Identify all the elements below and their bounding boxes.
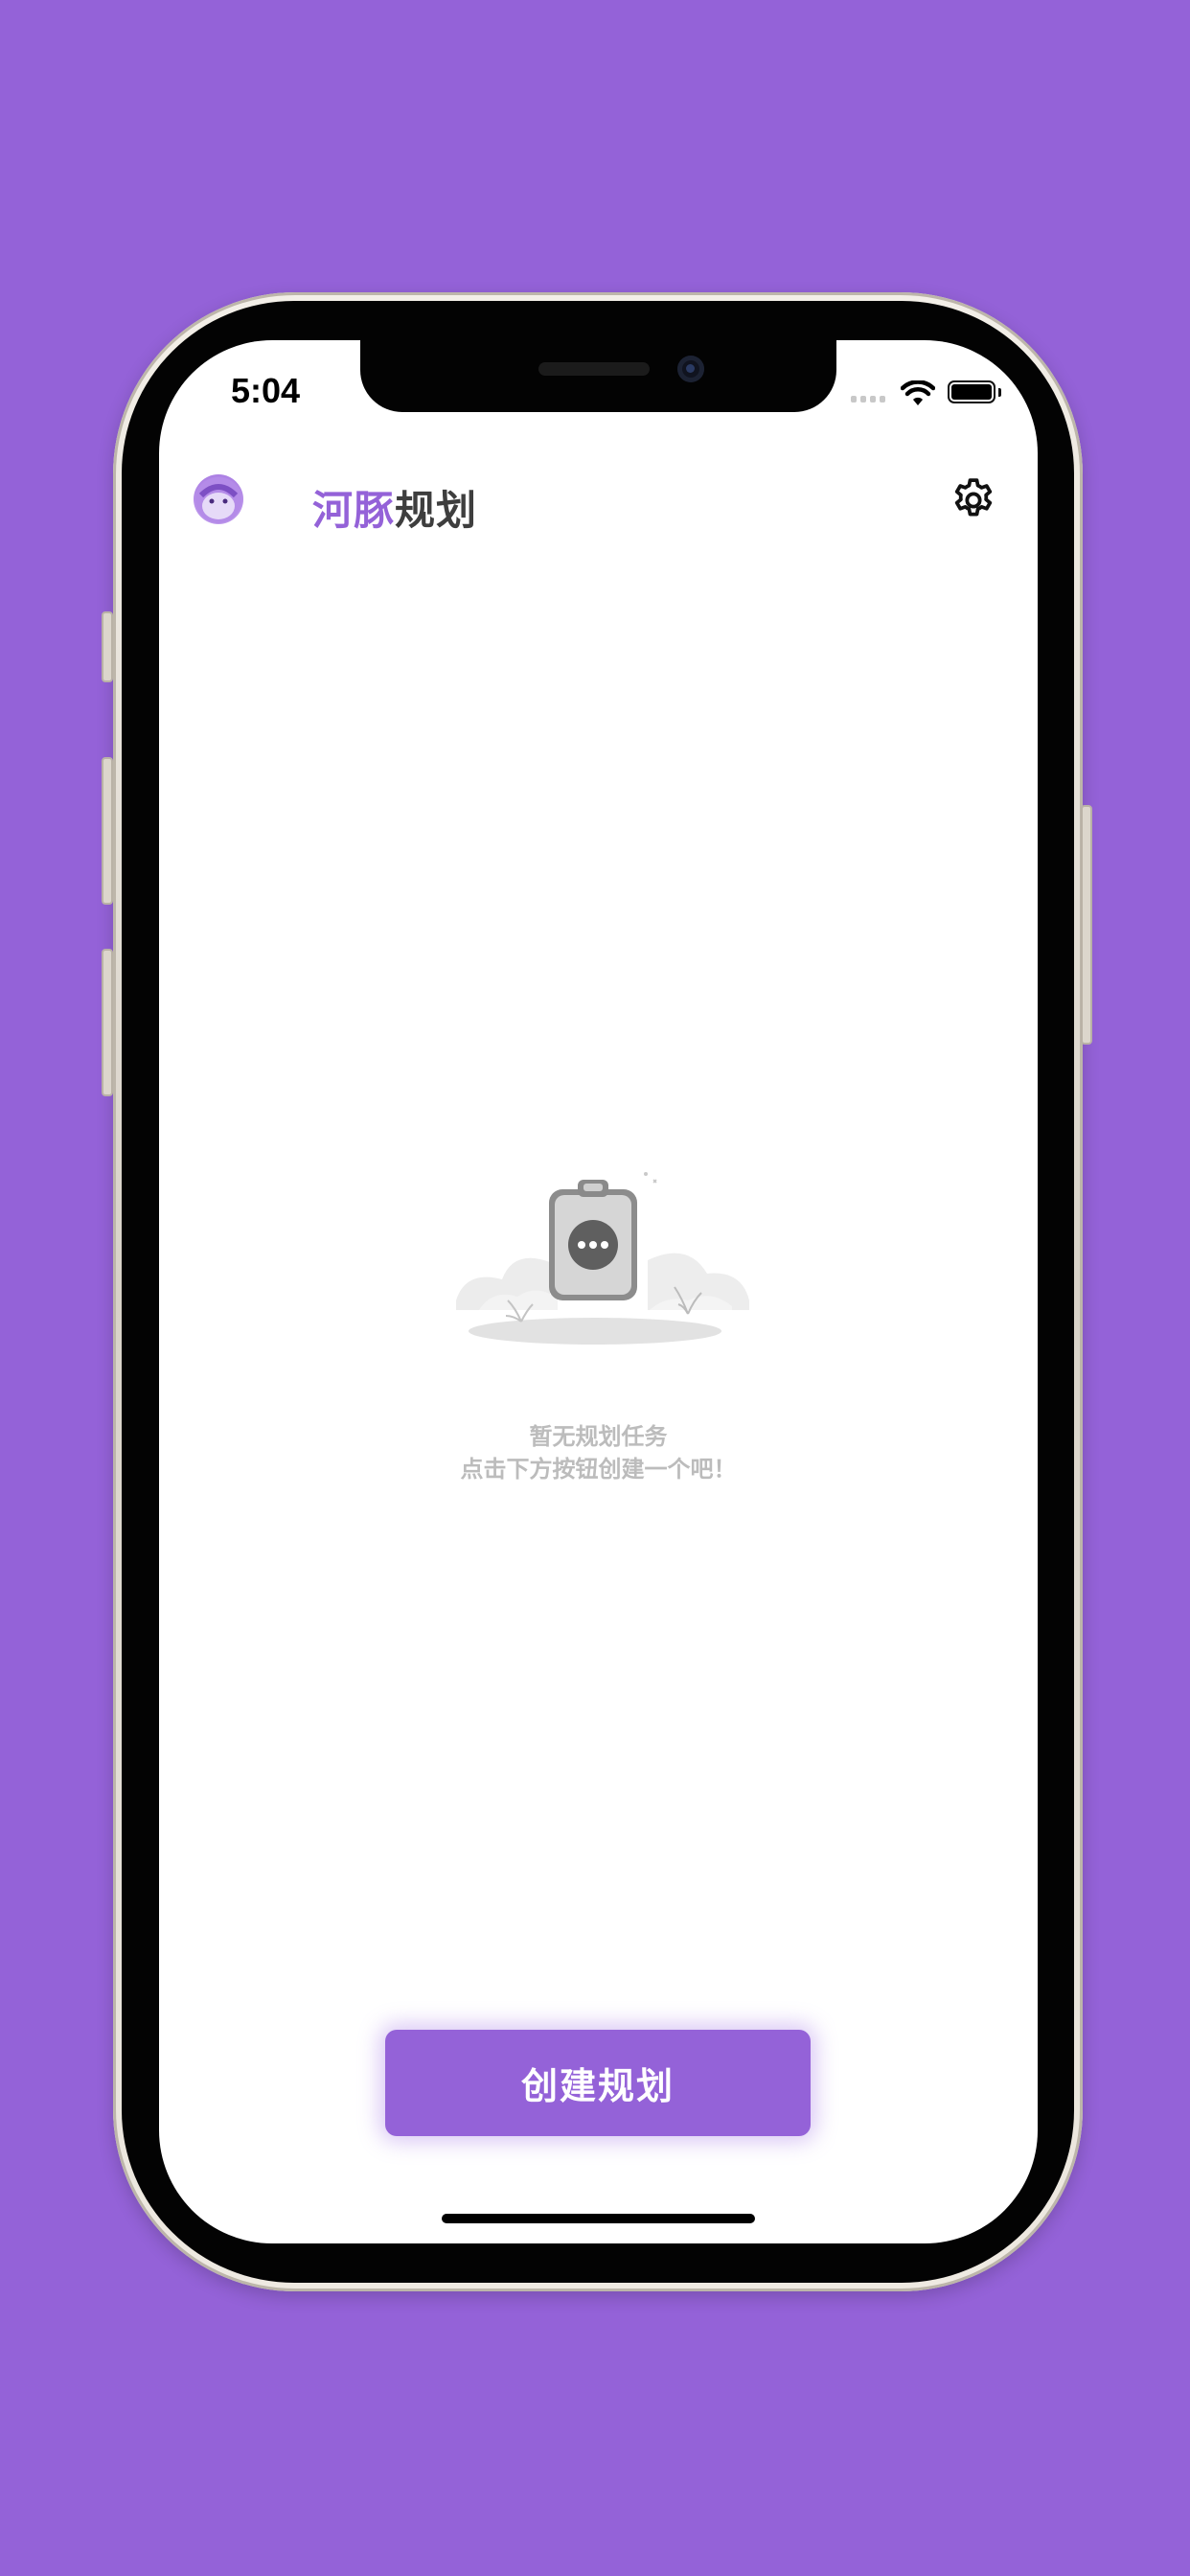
title-rest: 规划 (395, 487, 478, 534)
clipboard-empty-icon (456, 1172, 749, 1345)
app-screen: 5:04 河豚规划 暂无规划任务 点击下方按钮创建一个吧！ 创建规划 (159, 340, 1038, 2243)
title-accent: 河豚 (312, 487, 396, 534)
volume-up-button (102, 757, 113, 905)
create-plan-button[interactable]: 创建规划 (385, 2030, 811, 2136)
dolphin-avatar-icon[interactable] (194, 474, 243, 524)
battery-icon (948, 380, 995, 403)
empty-state-title: 暂无规划任务 (529, 1423, 668, 1450)
gear-icon[interactable] (950, 476, 997, 524)
notch (360, 340, 836, 412)
speaker-grille (538, 362, 650, 376)
battery-cap (998, 388, 1001, 397)
status-time: 5:04 (231, 371, 301, 410)
empty-state-hint: 点击下方按钮创建一个吧！ (460, 1456, 737, 1483)
home-indicator (442, 2214, 755, 2223)
page-title: 河豚规划 (312, 478, 477, 537)
volume-down-button (102, 949, 113, 1096)
front-camera (677, 356, 704, 382)
cellular-signal-icon (851, 396, 885, 402)
wifi-icon (901, 380, 935, 405)
silent-switch (102, 611, 113, 682)
power-button (1081, 805, 1092, 1045)
